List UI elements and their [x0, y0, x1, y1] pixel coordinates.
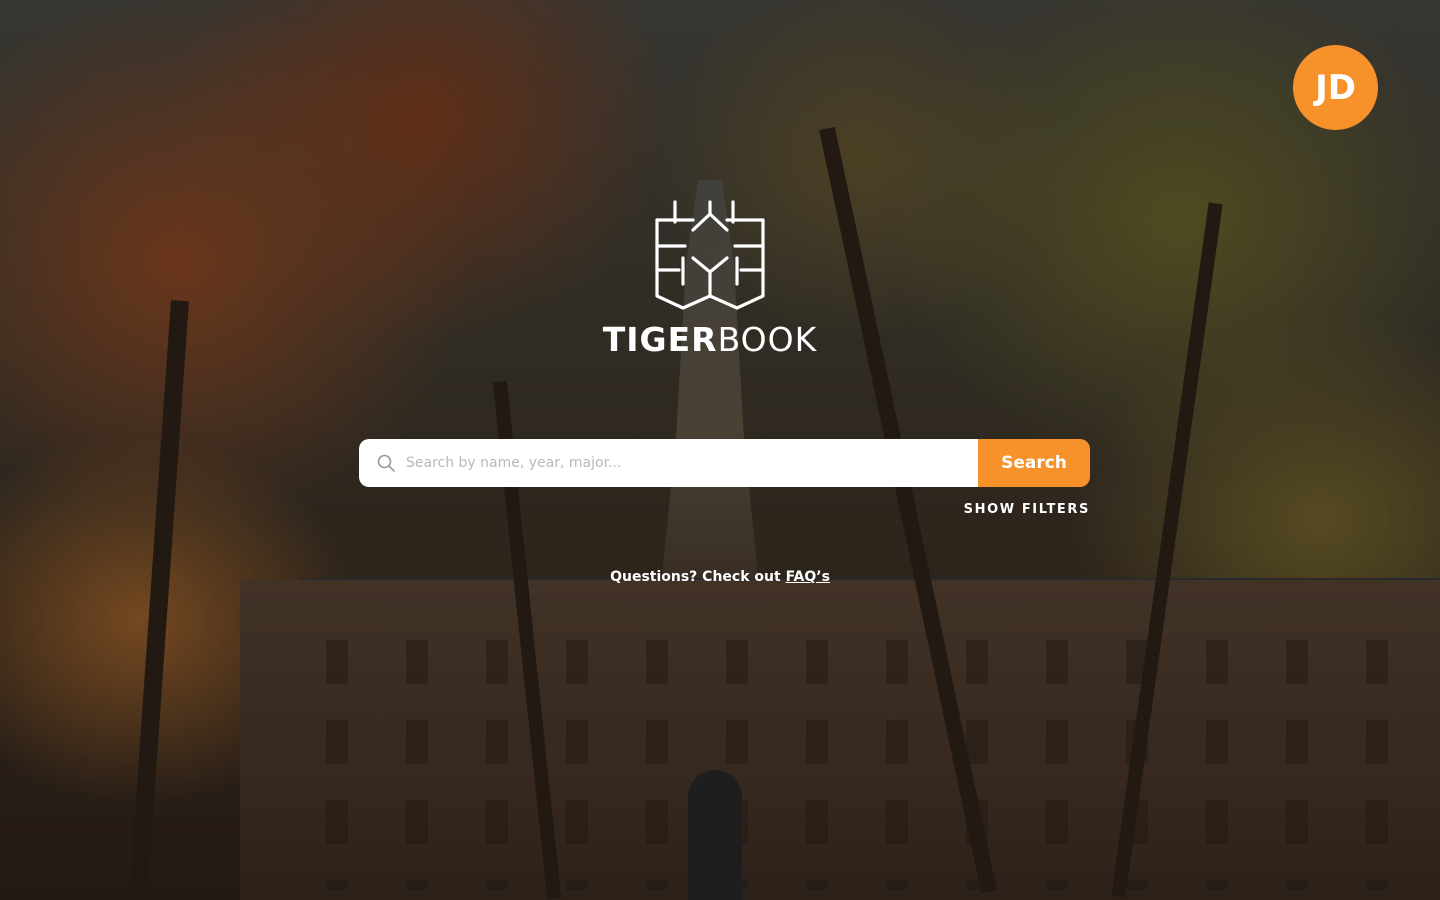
wordmark-bold: TIGER [602, 320, 718, 359]
tigerbook-logo: TIGERBOOK [600, 200, 820, 360]
search-field-container[interactable] [359, 439, 978, 487]
search-icon [377, 454, 395, 472]
help-prefix: Questions? Check out [610, 569, 786, 585]
search-bar: Search [359, 439, 1090, 487]
help-text: Questions? Check out FAQ’s [0, 569, 1440, 585]
search-button[interactable]: Search [978, 439, 1090, 487]
tigerbook-wordmark: TIGERBOOK [603, 320, 817, 359]
faq-link[interactable]: FAQ’s [786, 569, 830, 585]
wordmark-light: BOOK [717, 320, 818, 359]
show-filters-toggle[interactable]: SHOW FILTERS [964, 502, 1090, 517]
tigerbook-logo-icon [655, 200, 765, 310]
search-input[interactable] [406, 439, 978, 487]
user-avatar[interactable]: JD [1293, 45, 1378, 130]
